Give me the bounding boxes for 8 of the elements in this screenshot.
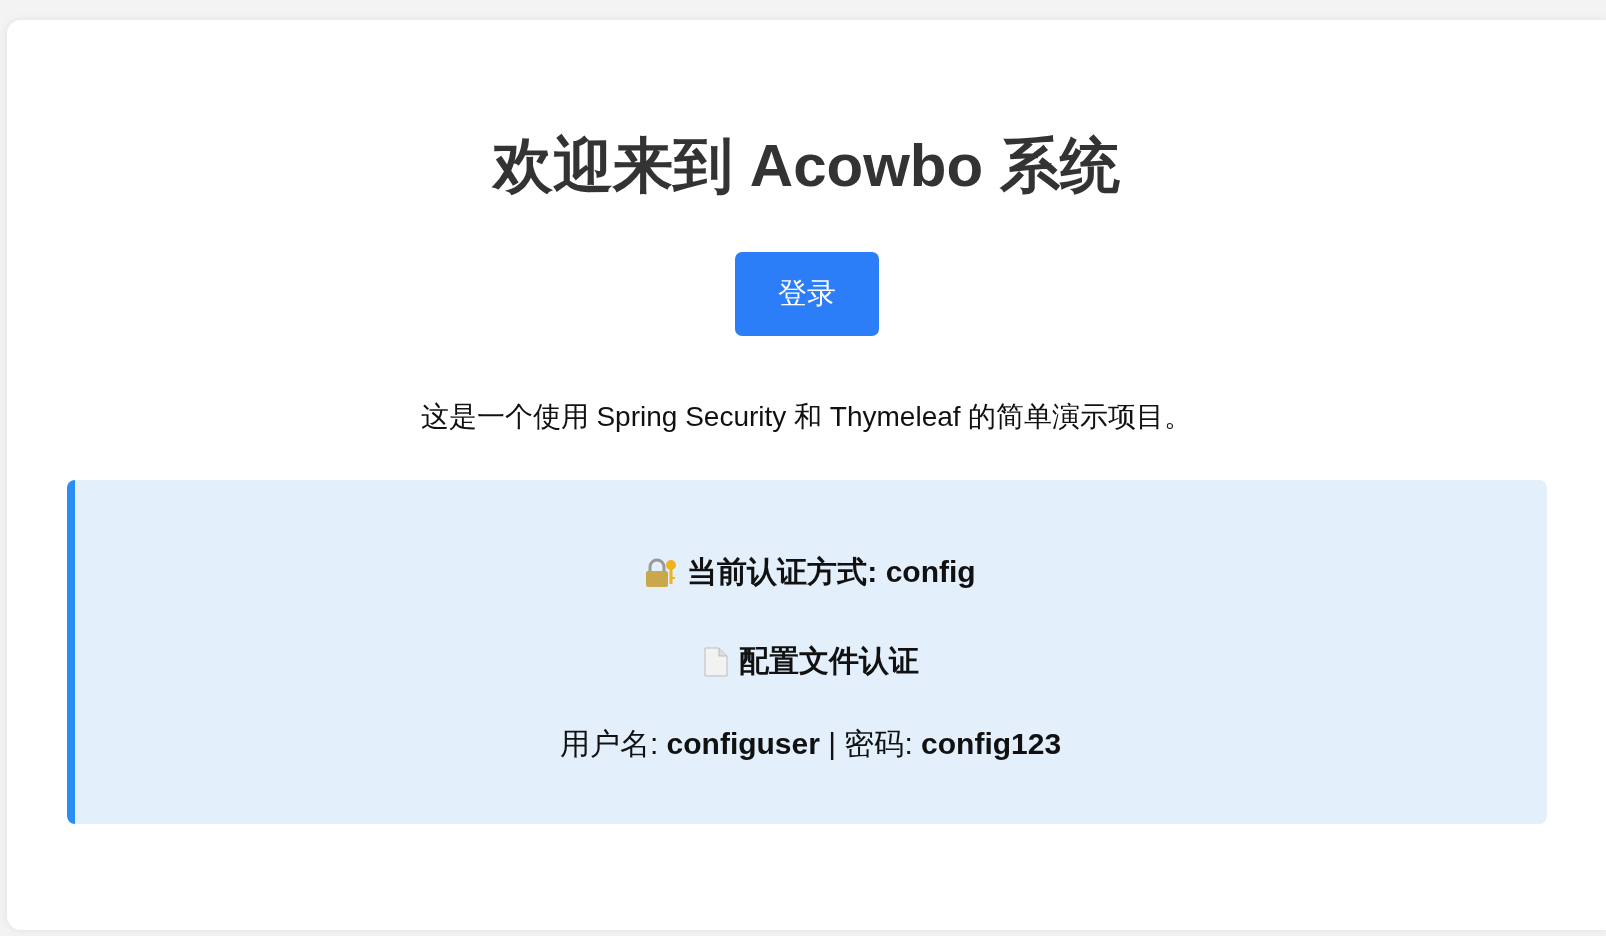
login-button[interactable]: 登录: [734, 252, 879, 336]
credentials-text: 用户名: configuser | 密码: config123: [559, 726, 1062, 762]
description-text: 这是一个使用 Spring Security 和 Thymeleaf 的简单演示项目。: [420, 400, 1193, 434]
page-title: 欢迎来到 Acowbo 系统: [493, 131, 1120, 201]
document-icon: [702, 646, 729, 677]
auth-mode-heading: 当前认证方式: config: [687, 554, 976, 590]
auth-type-heading: 配置文件认证: [738, 643, 919, 679]
padlock-key-icon: [645, 557, 678, 588]
